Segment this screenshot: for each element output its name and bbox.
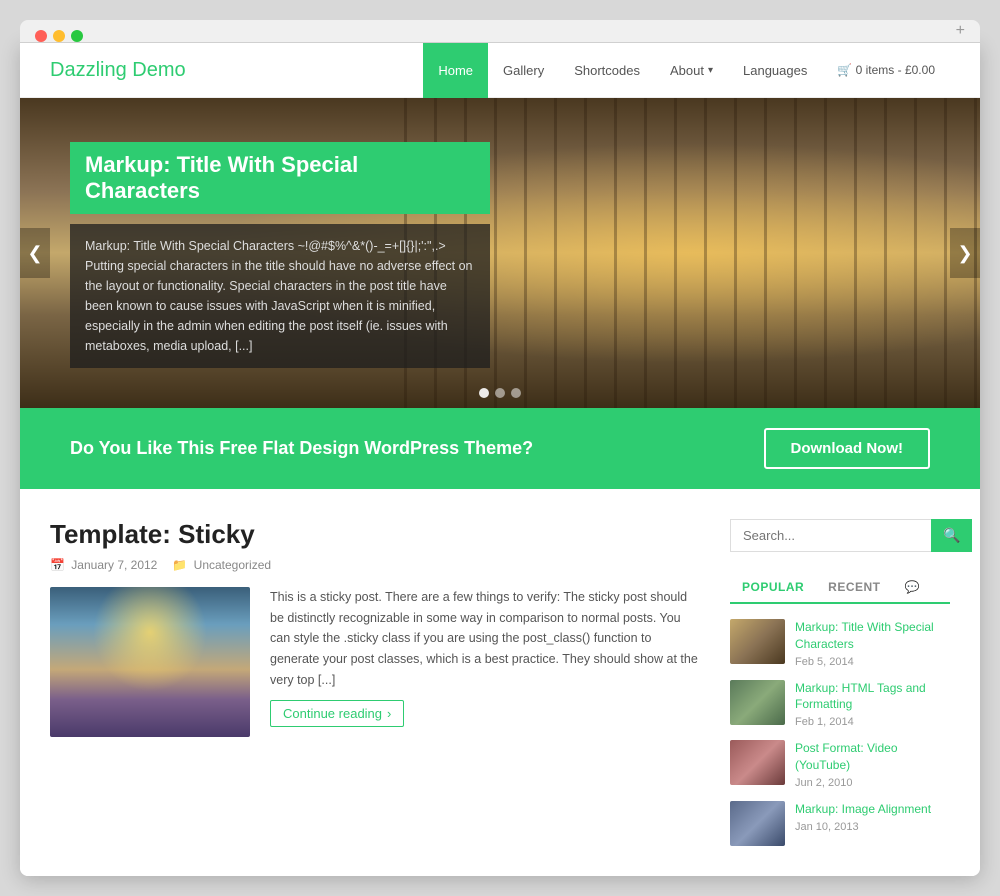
- sidebar-posts: Markup: Title With Special Characters Fe…: [730, 619, 950, 846]
- maximize-button[interactable]: [71, 30, 83, 42]
- post-meta: 📅 January 7, 2012 📁 Uncategorized: [50, 558, 700, 572]
- main-content: Template: Sticky 📅 January 7, 2012 📁 Unc…: [20, 489, 980, 876]
- post-thumbnail: [50, 587, 250, 737]
- tab-comments[interactable]: 💬: [893, 572, 932, 602]
- folder-icon: 📁: [172, 558, 187, 572]
- nav-home[interactable]: Home: [423, 43, 488, 98]
- slider-next-button[interactable]: ❯: [950, 228, 980, 278]
- sidebar-post-date-1: Feb 5, 2014: [795, 656, 950, 668]
- browser-body: Dazzling Demo Home Gallery Shortcodes Ab…: [20, 43, 980, 876]
- sidebar-post-info-3: Post Format: Video (YouTube) Jun 2, 2010: [795, 740, 950, 789]
- cta-text: Do You Like This Free Flat Design WordPr…: [70, 438, 533, 459]
- site-logo[interactable]: Dazzling Demo: [50, 59, 423, 82]
- sidebar-thumb-3: [730, 740, 785, 785]
- hero-title: Markup: Title With Special Characters: [85, 152, 475, 204]
- sidebar-post-title-3[interactable]: Post Format: Video (YouTube): [795, 740, 950, 774]
- post-category: 📁 Uncategorized: [172, 558, 271, 572]
- sidebar-tabs: POPULAR RECENT 💬: [730, 572, 950, 604]
- hero-slider: ❮ Markup: Title With Special Characters …: [20, 98, 980, 408]
- main-nav: Home Gallery Shortcodes About ▾ Language…: [423, 43, 950, 98]
- hero-text-box: Markup: Title With Special Characters ~!…: [70, 224, 490, 368]
- post-title: Template: Sticky: [50, 519, 700, 550]
- sidebar-post-info-4: Markup: Image Alignment Jan 10, 2013: [795, 801, 931, 833]
- sidebar-post-title-4[interactable]: Markup: Image Alignment: [795, 801, 931, 818]
- tab-recent[interactable]: RECENT: [816, 572, 892, 602]
- calendar-icon: 📅: [50, 558, 65, 572]
- sidebar-post-title-2[interactable]: Markup: HTML Tags and Formatting: [795, 680, 950, 714]
- hero-title-box: Markup: Title With Special Characters: [70, 142, 490, 214]
- tab-popular[interactable]: POPULAR: [730, 572, 816, 602]
- list-item: Markup: HTML Tags and Formatting Feb 1, …: [730, 680, 950, 729]
- minimize-button[interactable]: [53, 30, 65, 42]
- close-button[interactable]: [35, 30, 47, 42]
- sidebar-post-info-1: Markup: Title With Special Characters Fe…: [795, 619, 950, 668]
- download-now-button[interactable]: Download Now!: [764, 428, 931, 469]
- nav-about[interactable]: About ▾: [655, 43, 728, 98]
- post-date: 📅 January 7, 2012: [50, 558, 157, 572]
- search-button[interactable]: 🔍: [931, 519, 972, 552]
- nav-shortcodes[interactable]: Shortcodes: [559, 43, 655, 98]
- arrow-right-icon: ›: [387, 706, 391, 721]
- hero-excerpt: Markup: Title With Special Characters ~!…: [85, 236, 475, 356]
- tree-overlay: [404, 98, 980, 408]
- cta-banner: Do You Like This Free Flat Design WordPr…: [20, 408, 980, 489]
- browser-chrome: +: [20, 20, 980, 43]
- site-header: Dazzling Demo Home Gallery Shortcodes Ab…: [20, 43, 980, 98]
- continue-reading-link[interactable]: Continue reading ›: [270, 700, 404, 727]
- slider-prev-button[interactable]: ❮: [20, 228, 50, 278]
- blog-section: Template: Sticky 📅 January 7, 2012 📁 Unc…: [50, 519, 700, 846]
- new-tab-button[interactable]: +: [956, 22, 965, 40]
- post-excerpt-area: This is a sticky post. There are a few t…: [270, 587, 700, 737]
- sidebar: 🔍 POPULAR RECENT 💬 Markup: Title With Sp…: [730, 519, 950, 846]
- dot-1[interactable]: [479, 388, 489, 398]
- search-input[interactable]: [730, 519, 931, 552]
- list-item: Markup: Image Alignment Jan 10, 2013: [730, 801, 950, 846]
- sidebar-post-date-4: Jan 10, 2013: [795, 821, 931, 833]
- search-box: 🔍: [730, 519, 950, 552]
- sidebar-thumb-1: [730, 619, 785, 664]
- sidebar-thumb-2: [730, 680, 785, 725]
- list-item: Post Format: Video (YouTube) Jun 2, 2010: [730, 740, 950, 789]
- dot-3[interactable]: [511, 388, 521, 398]
- sidebar-post-info-2: Markup: HTML Tags and Formatting Feb 1, …: [795, 680, 950, 729]
- slider-dots: [479, 388, 521, 398]
- sidebar-post-title-1[interactable]: Markup: Title With Special Characters: [795, 619, 950, 653]
- sidebar-post-date-3: Jun 2, 2010: [795, 777, 950, 789]
- sidebar-post-date-2: Feb 1, 2014: [795, 716, 950, 728]
- nav-languages[interactable]: Languages: [728, 43, 822, 98]
- list-item: Markup: Title With Special Characters Fe…: [730, 619, 950, 668]
- thumbnail-image: [50, 587, 250, 737]
- about-caret: ▾: [708, 65, 713, 76]
- hero-content: Markup: Title With Special Characters Ma…: [70, 142, 490, 368]
- sidebar-thumb-4: [730, 801, 785, 846]
- dot-2[interactable]: [495, 388, 505, 398]
- post-excerpt: This is a sticky post. There are a few t…: [270, 587, 700, 690]
- nav-gallery[interactable]: Gallery: [488, 43, 559, 98]
- nav-cart[interactable]: 🛒 0 items - £0.00: [822, 43, 950, 98]
- post-body: This is a sticky post. There are a few t…: [50, 587, 700, 737]
